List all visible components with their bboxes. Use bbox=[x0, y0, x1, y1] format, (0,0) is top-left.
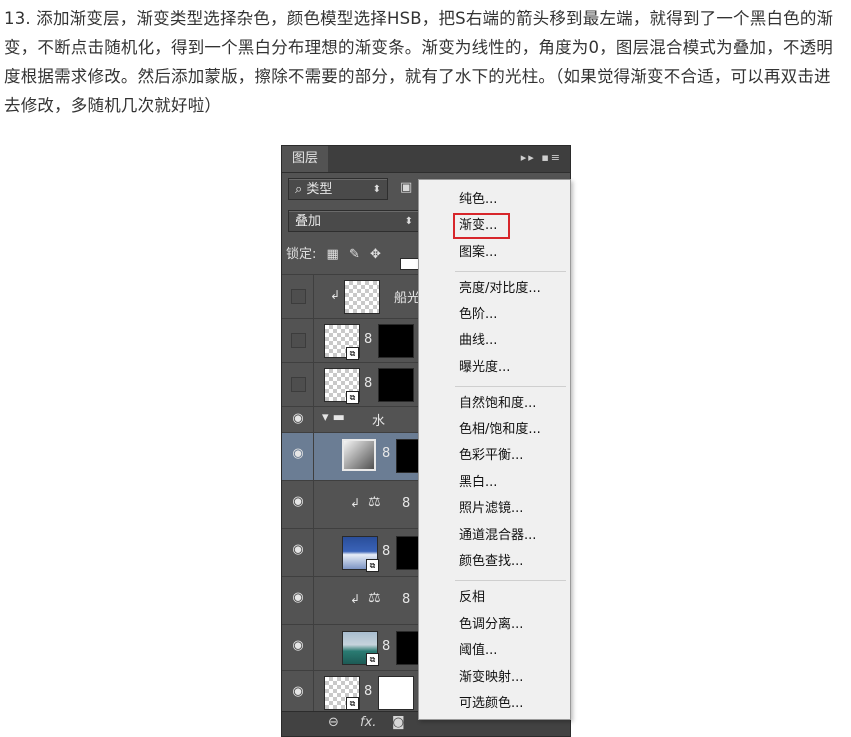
highlight-box bbox=[453, 213, 510, 239]
menu-item-levels[interactable]: 色阶... bbox=[459, 306, 497, 324]
layer-name[interactable]: 船光 bbox=[394, 287, 420, 306]
menu-item-channel-mixer[interactable]: 通道混合器... bbox=[459, 527, 536, 545]
menu-item-color-lookup[interactable]: 颜色查找... bbox=[459, 553, 523, 571]
menu-item-posterize[interactable]: 色调分离... bbox=[459, 616, 523, 634]
fx-icon[interactable]: fx. bbox=[360, 715, 376, 730]
smart-object-icon: ⧉ bbox=[346, 697, 359, 710]
visibility-toggle[interactable] bbox=[291, 377, 306, 392]
menu-item-photo-filter[interactable]: 照片滤镜... bbox=[459, 500, 523, 518]
panel-titlebar: 图层 ▸▸ ▪≡ bbox=[282, 146, 570, 173]
add-mask-icon[interactable]: ◙ bbox=[392, 715, 405, 730]
layer-mask-thumb[interactable] bbox=[378, 676, 414, 710]
instruction-text: 13. 添加渐变层，渐变类型选择杂色，颜色模型选择HSB，把S右端的箭头移到最左… bbox=[4, 9, 834, 115]
eye-icon[interactable]: ◉ bbox=[290, 684, 306, 700]
balance-icon[interactable]: ⚖ bbox=[368, 590, 381, 606]
menu-item-solid-color[interactable]: 纯色... bbox=[459, 191, 497, 209]
visibility-toggle[interactable] bbox=[291, 333, 306, 348]
filter-icons[interactable]: ▣ bbox=[400, 180, 412, 195]
blend-mode-label: 叠加 bbox=[295, 214, 322, 229]
kind-filter-label: 类型 bbox=[306, 182, 333, 197]
smart-object-icon: ⧉ bbox=[346, 347, 359, 360]
menu-item-curves[interactable]: 曲线... bbox=[459, 332, 497, 350]
menu-item-selective-color[interactable]: 可选颜色... bbox=[459, 695, 523, 713]
eye-icon[interactable]: ◉ bbox=[290, 494, 306, 510]
image-filter-icon[interactable]: ▣ bbox=[400, 180, 412, 195]
link-icon[interactable]: 8 bbox=[364, 332, 372, 347]
link-icon[interactable]: 8 bbox=[364, 684, 372, 699]
adjustment-layer-menu: 纯色... 渐变... 图案... 亮度/对比度... 色阶... 曲线... … bbox=[418, 179, 571, 720]
menu-item-pattern[interactable]: 图案... bbox=[459, 244, 497, 262]
select-arrow-icon: ⬍ bbox=[404, 216, 413, 227]
layer-name[interactable]: 水 bbox=[372, 410, 385, 429]
eye-icon[interactable]: ◉ bbox=[290, 638, 306, 654]
visibility-toggle[interactable] bbox=[291, 289, 306, 304]
gradient-fill-thumb[interactable] bbox=[342, 439, 376, 471]
menu-item-threshold[interactable]: 阈值... bbox=[459, 642, 497, 660]
eye-icon[interactable]: ◉ bbox=[290, 590, 306, 606]
panel-menu-icon[interactable]: ▸▸ ▪≡ bbox=[521, 151, 562, 164]
blend-mode-select[interactable]: 叠加 ⬍ bbox=[288, 210, 420, 232]
clip-arrow-icon: ↲ bbox=[330, 288, 341, 302]
search-icon: ⌕ bbox=[295, 182, 303, 197]
menu-item-brightness-contrast[interactable]: 亮度/对比度... bbox=[459, 280, 541, 298]
eye-icon[interactable]: ◉ bbox=[290, 446, 306, 462]
layer-mask-thumb[interactable] bbox=[378, 368, 414, 402]
clip-arrow-icon: ↲ bbox=[350, 496, 361, 510]
smart-object-icon: ⧉ bbox=[366, 559, 379, 572]
select-arrow-icon: ⬍ bbox=[372, 184, 381, 195]
menu-item-black-white[interactable]: 黑白... bbox=[459, 474, 497, 492]
link-icon[interactable]: 8 bbox=[364, 376, 372, 391]
link-icon[interactable]: 8 bbox=[382, 639, 390, 654]
balance-icon[interactable]: ⚖ bbox=[368, 494, 381, 510]
menu-item-exposure[interactable]: 曝光度... bbox=[459, 359, 510, 377]
eye-icon[interactable]: ◉ bbox=[290, 542, 306, 558]
link-icon[interactable]: 8 bbox=[382, 446, 390, 461]
smart-object-icon: ⧉ bbox=[346, 391, 359, 404]
menu-item-gradient-map[interactable]: 渐变映射... bbox=[459, 669, 523, 687]
link-icon[interactable]: 8 bbox=[402, 496, 410, 511]
menu-item-hue-saturation[interactable]: 色相/饱和度... bbox=[459, 421, 541, 439]
layer-mask-thumb[interactable] bbox=[378, 324, 414, 358]
link-layers-icon[interactable]: ⊖ bbox=[328, 715, 339, 730]
kind-filter-select[interactable]: ⌕ 类型 ⬍ bbox=[288, 178, 388, 200]
link-icon[interactable]: 8 bbox=[382, 544, 390, 559]
clip-arrow-icon: ↲ bbox=[350, 592, 361, 606]
link-icon[interactable]: 8 bbox=[402, 592, 410, 607]
smart-object-icon: ⧉ bbox=[366, 653, 379, 666]
menu-item-invert[interactable]: 反相 bbox=[459, 589, 485, 607]
menu-item-color-balance[interactable]: 色彩平衡... bbox=[459, 447, 523, 465]
tab-layers[interactable]: 图层 bbox=[282, 146, 329, 172]
folder-icon[interactable]: ▾ ▬ bbox=[322, 410, 345, 425]
menu-item-vibrance[interactable]: 自然饱和度... bbox=[459, 395, 536, 413]
eye-icon[interactable]: ◉ bbox=[290, 411, 306, 427]
layer-thumb[interactable] bbox=[344, 280, 380, 314]
